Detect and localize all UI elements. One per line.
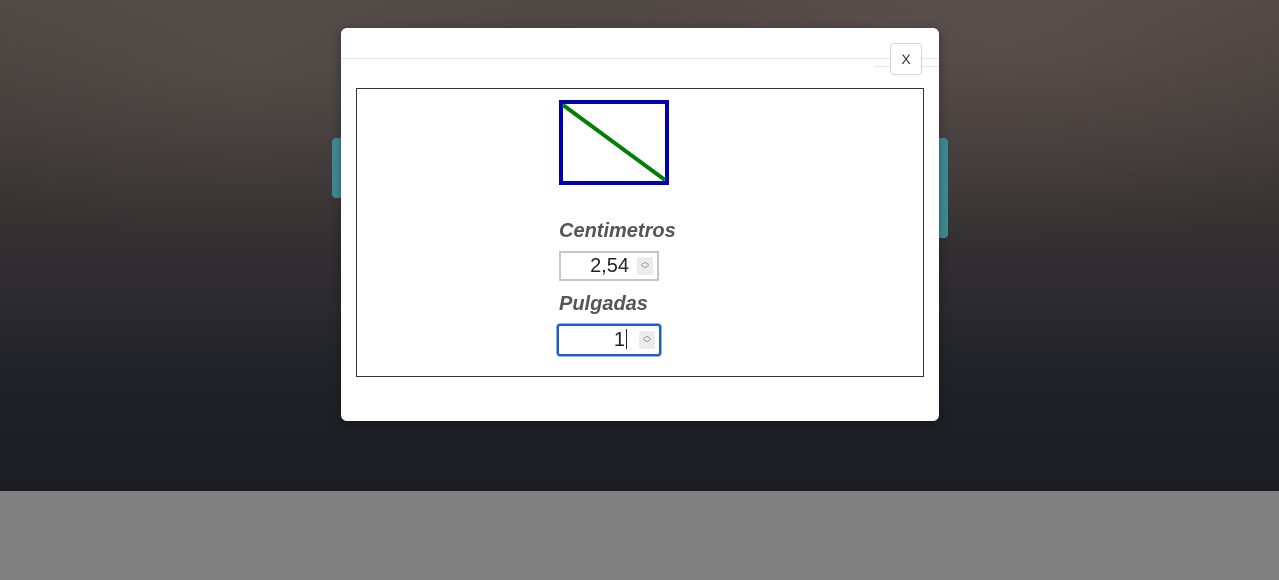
close-divider-left xyxy=(874,66,890,67)
inches-label: Pulgadas xyxy=(559,293,648,315)
inches-input[interactable]: 1 ︿ ﹀ xyxy=(557,324,661,356)
chevron-down-icon: ﹀ xyxy=(641,265,649,274)
text-caret xyxy=(626,328,627,349)
centimeters-value: 2,54 xyxy=(590,254,629,277)
converter-panel: Centimetros 2,54 ︿ ﹀ Pulgadas 1 ︿ ﹀ xyxy=(356,88,924,377)
close-divider-right xyxy=(922,66,939,67)
close-button[interactable]: X xyxy=(890,43,922,75)
centimeters-label: Centimetros xyxy=(559,220,676,242)
inches-spinner[interactable]: ︿ ﹀ xyxy=(639,331,655,349)
inches-value: 1 xyxy=(613,328,625,351)
converter-modal: X Centimetros 2,54 ︿ ﹀ Pulgadas 1 ︿ ﹀ xyxy=(341,28,939,421)
screen-diagonal-diagram xyxy=(559,100,669,185)
centimeters-input[interactable]: 2,54 ︿ ﹀ xyxy=(559,251,659,281)
chevron-down-icon: ﹀ xyxy=(643,339,651,348)
inches-value-wrap: 1 xyxy=(559,328,639,352)
centimeters-spinner[interactable]: ︿ ﹀ xyxy=(637,257,653,275)
modal-header-divider xyxy=(341,58,939,59)
